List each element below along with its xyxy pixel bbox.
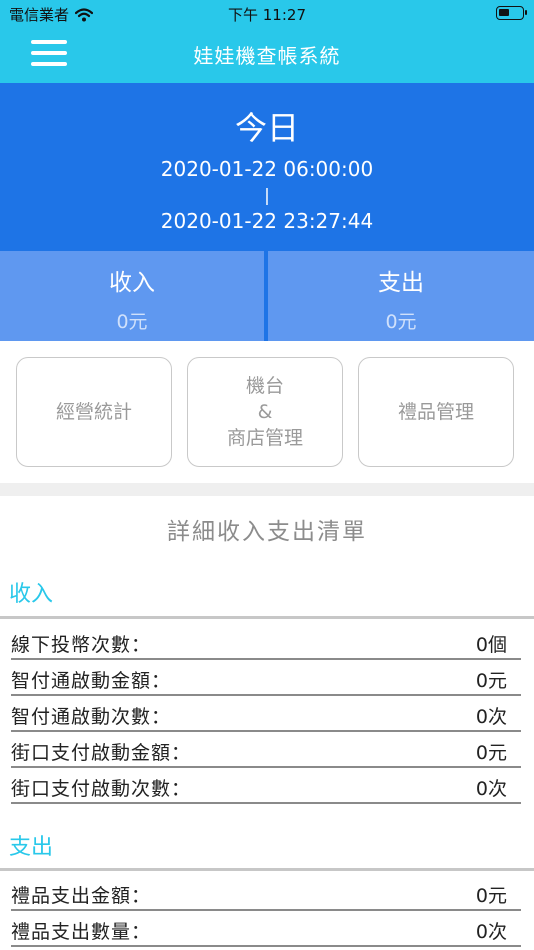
machine-label-line2: & xyxy=(257,401,273,423)
period-start: 2020-01-22 06:00:00 xyxy=(160,157,374,181)
gift-management-label: 禮品管理 xyxy=(397,401,474,423)
machine-label-line1: 機台 xyxy=(245,375,284,397)
battery-icon xyxy=(496,6,527,20)
item-label: 智付通啟動次數： xyxy=(11,706,172,728)
expense-section-rule xyxy=(0,868,534,871)
list-item: 智付通啟動金額： 0元 xyxy=(11,662,521,696)
period-end: 2020-01-22 23:27:44 xyxy=(160,209,374,233)
period-header: 今日 2020-01-22 06:00:00 | 2020-01-22 23:2… xyxy=(0,83,534,251)
item-label: 街口支付啟動次數： xyxy=(11,778,192,800)
feature-tiles: 經營統計 機台 & 商店管理 禮品管理 xyxy=(0,341,534,483)
detail-list-title: 詳細收入支出清單 xyxy=(167,519,367,545)
item-value: 0個 xyxy=(475,634,507,656)
list-item: 街口支付啟動金額： 0元 xyxy=(11,734,521,768)
item-value: 0次 xyxy=(475,778,507,800)
list-item: 禮品支出金額： 0元 xyxy=(11,877,521,911)
item-value: 0次 xyxy=(475,706,507,728)
item-value: 0元 xyxy=(475,742,507,764)
list-item: 智付通啟動次數： 0次 xyxy=(11,698,521,732)
status-time: 下午 11:27 xyxy=(228,6,306,24)
machine-store-management-button[interactable]: 機台 & 商店管理 xyxy=(187,357,343,467)
item-label: 禮品支出金額： xyxy=(11,885,152,907)
income-summary[interactable]: 收入 0元 xyxy=(0,251,264,341)
expense-summary[interactable]: 支出 0元 xyxy=(268,251,534,341)
list-item: 線下投幣次數： 0個 xyxy=(11,626,521,660)
page-title: 娃娃機查帳系統 xyxy=(193,44,341,68)
income-summary-value: 0元 xyxy=(116,311,148,333)
period-label: 今日 xyxy=(234,109,299,147)
item-label: 線下投幣次數： xyxy=(11,634,152,656)
item-label: 智付通啟動金額： xyxy=(11,670,172,692)
income-section-rule xyxy=(0,616,534,619)
top-bar: 電信業者 下午 11:27 娃娃機查帳系統 xyxy=(0,0,534,83)
expense-section-title: 支出 xyxy=(9,835,54,860)
item-label: 禮品支出數量： xyxy=(11,921,152,943)
gift-management-button[interactable]: 禮品管理 xyxy=(358,357,514,467)
list-item: 街口支付啟動次數： 0次 xyxy=(11,770,521,804)
income-summary-label: 收入 xyxy=(109,270,155,296)
machine-label-line3: 商店管理 xyxy=(226,427,303,449)
expense-summary-label: 支出 xyxy=(378,270,424,296)
item-value: 0元 xyxy=(475,885,507,907)
expense-summary-value: 0元 xyxy=(385,311,417,333)
business-stats-button[interactable]: 經營統計 xyxy=(16,357,172,467)
list-item: 禮品支出數量： 0次 xyxy=(11,913,521,947)
status-bar: 電信業者 下午 11:27 xyxy=(0,0,534,28)
period-separator: | xyxy=(264,186,270,206)
income-section-title: 收入 xyxy=(9,582,54,607)
item-value: 0次 xyxy=(475,921,507,943)
section-gap xyxy=(0,483,534,496)
business-stats-label: 經營統計 xyxy=(55,401,132,423)
summary-divider xyxy=(264,251,268,341)
item-label: 街口支付啟動金額： xyxy=(11,742,192,764)
item-value: 0元 xyxy=(475,670,507,692)
